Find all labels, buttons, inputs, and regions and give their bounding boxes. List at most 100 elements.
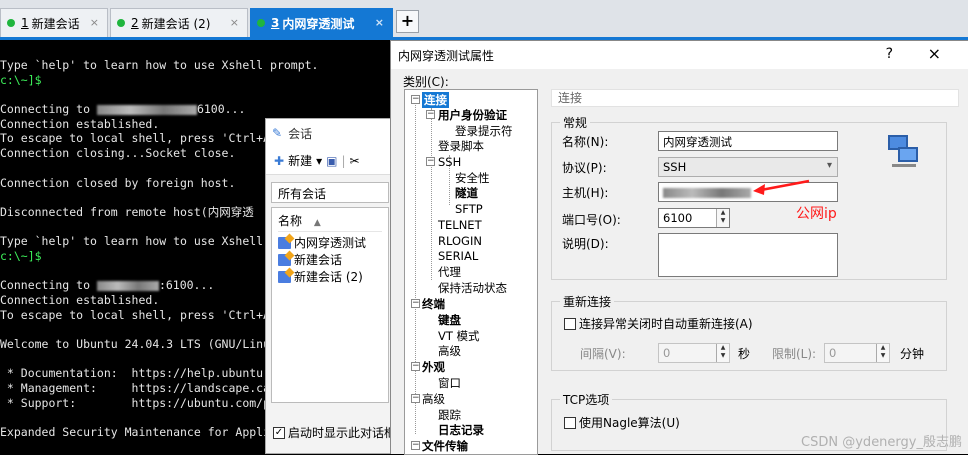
session-window-title: 会话 [288,126,313,141]
protocol-select[interactable]: SSH ▾ [658,157,838,177]
sort-ascending-icon: ▲ [313,218,321,228]
spin-arrows-icon[interactable]: ▲ ▼ [876,344,889,362]
interval-stepper[interactable]: 0 ▲ ▼ [658,343,730,363]
name-column-header[interactable]: 名称 ▲ [278,212,382,232]
limit-stepper[interactable]: 0 ▲ ▼ [824,343,890,363]
collapse-icon[interactable]: − [411,362,420,371]
add-tab-button[interactable]: + [396,10,419,33]
description-label: 说明(D): [562,237,609,251]
tree-node-appearance[interactable]: 外观 [422,359,445,375]
network-computers-icon [884,135,920,169]
name-field[interactable]: 内网穿透测试 [658,131,838,151]
interval-label: 间隔(V): [580,347,626,361]
session-toolbar: ✚ 新建 ▾ ▣ | ✂ [266,147,394,175]
session-item[interactable]: 新建会话 [278,251,382,268]
general-group: 常规 名称(N): 内网穿透测试 协议(P): SSH ▾ 主机(H): 端口号… [551,114,947,280]
checkbox-checked-icon[interactable] [273,426,285,439]
session-item[interactable]: 新建会话 (2) [278,268,382,285]
tab-number: 2 [131,16,139,30]
tree-node-trace[interactable]: 跟踪 [438,407,461,423]
redacted-host [96,104,197,115]
collapse-icon[interactable]: − [411,95,420,104]
cut-icon[interactable]: ✂ [350,154,360,168]
session-properties-dialog: 内网穿透测试属性 ? × 类别(C): − 连接 − 用户身份验证 登录提示符 … [390,40,968,455]
category-label: 类别(C): [403,75,449,89]
checkbox-icon[interactable] [564,416,576,429]
tree-node-security[interactable]: 安全性 [455,170,490,186]
tree-node-serial[interactable]: SERIAL [438,248,478,264]
collapse-icon[interactable]: − [426,157,435,166]
tab-bar: 1 新建会话 × 2 新建会话 (2) × 3 内网穿透测试 × + [0,0,968,40]
session-item-label: 新建会话 [294,253,343,267]
close-icon[interactable]: × [230,16,239,29]
host-field[interactable] [658,182,838,202]
description-field[interactable] [658,233,838,277]
protocol-value: SSH [663,160,687,174]
checkbox-label: 连接异常关闭时自动重新连接(A) [579,317,753,331]
tree-node-file-transfer[interactable]: 文件传输 [422,438,468,454]
tree-node-terminal[interactable]: 终端 [422,296,445,312]
tree-node-telnet[interactable]: TELNET [438,217,482,233]
tree-node-login-scripts[interactable]: 登录脚本 [438,138,484,154]
tree-node-terminal-advanced[interactable]: 高级 [438,343,461,359]
tree-guide-line [431,108,432,280]
group-title: 重新连接 [560,293,615,310]
close-icon[interactable]: × [375,16,384,29]
port-stepper[interactable]: 6100 ▲ ▼ [658,208,730,228]
protocol-label: 协议(P): [562,161,607,175]
tree-node-proxy[interactable]: 代理 [438,264,461,280]
tree-node-tunneling[interactable]: 隧道 [455,185,478,201]
close-button[interactable]: × [928,44,941,63]
interval-value: 0 [663,346,671,360]
tree-node-logging[interactable]: 日志记录 [438,422,484,438]
collapse-icon[interactable]: − [426,110,435,119]
terminal-text: 6100... [196,102,246,117]
terminal-text: :6100... [158,278,215,293]
tree-node-rlogin[interactable]: RLOGIN [438,233,482,249]
tree-node-vt-modes[interactable]: VT 模式 [438,328,480,344]
group-title: TCP选项 [560,391,613,408]
connected-dot-icon [117,19,125,27]
help-button[interactable]: ? [886,46,893,62]
connected-dot-icon [7,19,15,27]
tree-node-keep-alive[interactable]: 保持活动状态 [438,280,507,296]
session-path-field[interactable]: 所有会话 [271,182,389,203]
new-session-button[interactable]: 新建 [288,152,312,169]
nagle-checkbox[interactable]: 使用Nagle算法(U) [564,414,680,431]
tab-number: 1 [21,16,29,30]
tree-node-keyboard[interactable]: 键盘 [438,312,461,328]
session-item-label: 内网穿透测试 [294,236,367,250]
dropdown-arrow-icon[interactable]: ▾ [316,154,322,168]
new-session-icon[interactable]: ✚ [274,154,284,168]
tab-session-2[interactable]: 2 新建会话 (2) × [110,8,248,37]
tree-node-advanced[interactable]: 高级 [422,391,445,407]
tab-label: 新建会话 [31,16,80,31]
collapse-icon[interactable]: − [411,394,420,403]
spin-arrows-icon[interactable]: ▲ ▼ [716,344,729,362]
save-icon[interactable]: ▣ [326,154,337,168]
session-manager-window: ✎ 会话 ✚ 新建 ▾ ▣ | ✂ 所有会话 名称 ▲ 内网穿透测试 新建会话 … [265,118,396,454]
collapse-icon[interactable]: − [411,299,420,308]
tab-session-1[interactable]: 1 新建会话 × [0,8,108,37]
dialog-titlebar[interactable]: 内网穿透测试属性 ? × [391,41,968,69]
dialog-title: 内网穿透测试属性 [398,48,495,63]
tab-label: 新建会话 (2) [141,16,211,31]
tab-number: 3 [271,16,280,30]
tab-session-3[interactable]: 3 内网穿透测试 × [250,8,393,37]
tree-node-login-prompts[interactable]: 登录提示符 [455,123,513,139]
tree-node-ssh[interactable]: SSH [438,154,461,170]
checkbox-icon[interactable] [564,317,576,330]
spin-arrows-icon[interactable]: ▲ ▼ [716,209,729,227]
tree-node-window[interactable]: 窗口 [438,375,461,391]
tree-node-connection[interactable]: 连接 [422,92,449,108]
collapse-icon[interactable]: − [411,441,420,450]
session-item[interactable]: 内网穿透测试 [278,234,382,251]
csdn-watermark: CSDN @ydenergy_殷志鹏 [801,435,962,450]
tree-node-sftp[interactable]: SFTP [455,201,483,217]
show-on-startup-checkbox[interactable]: 启动时显示此对话框 [273,424,396,441]
tree-node-user-auth[interactable]: 用户身份验证 [438,107,507,123]
auto-reconnect-checkbox[interactable]: 连接异常关闭时自动重新连接(A) [564,315,753,332]
category-tree[interactable]: − 连接 − 用户身份验证 登录提示符 登录脚本 − SSH 安全性 隧道 SF… [404,89,538,455]
close-icon[interactable]: × [90,16,99,29]
session-window-titlebar[interactable]: ✎ 会话 [266,119,394,147]
